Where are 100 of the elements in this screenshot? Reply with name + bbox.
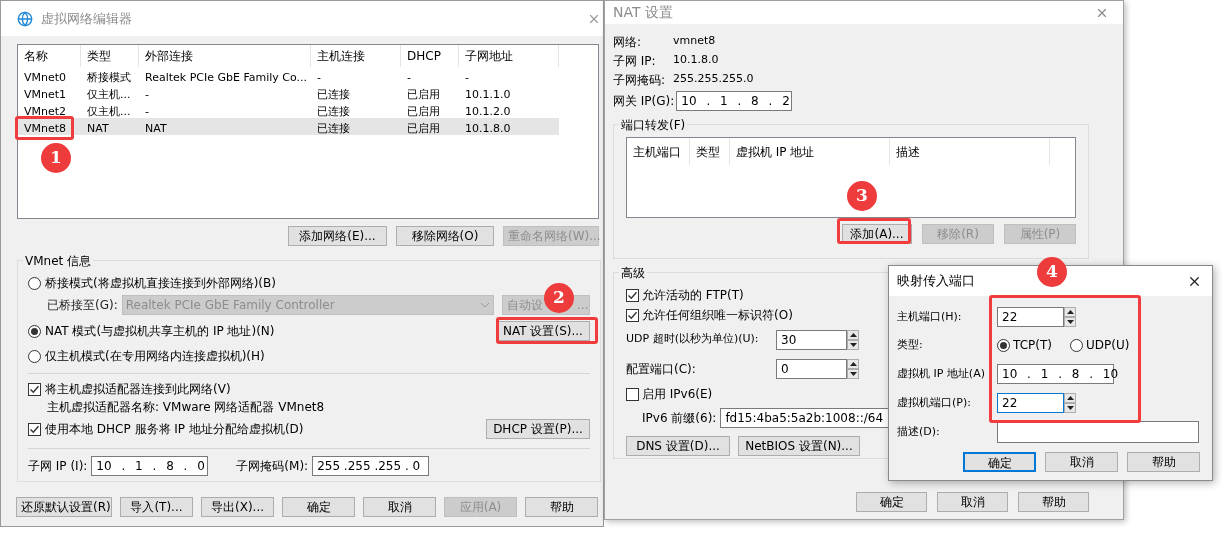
button[interactable]: 帮助 <box>1127 452 1200 472</box>
column-header[interactable]: 主机连接 <box>311 45 401 67</box>
column-header[interactable]: 主机端口 <box>627 138 690 165</box>
table-cell: 已连接 <box>317 121 350 135</box>
list-row[interactable]: VMnet0 桥接模式 Realtek PCIe GbE Family Co... - - - <box>18 67 559 84</box>
checkbox[interactable] <box>626 288 639 302</box>
spin-up-button[interactable] <box>847 329 859 340</box>
description-field[interactable] <box>997 421 1199 443</box>
button[interactable]: 添加网络(E)... <box>288 226 387 246</box>
info-value: vmnet8 <box>673 33 716 50</box>
radio-label: NAT 模式(与虚拟机共享主机的 IP 地址)(N) <box>45 323 275 340</box>
list-row[interactable]: VMnet8 NAT NAT 已连接 已启用 10.1.8.0 <box>18 118 559 135</box>
table-cell: - <box>465 70 469 84</box>
checkbox[interactable] <box>626 308 639 322</box>
table-cell: 仅主机... <box>87 104 131 118</box>
button[interactable]: 还原默认设置(R) <box>16 497 112 517</box>
checkbox-label: 将主机虚拟适配器连接到此网络(V) <box>45 381 231 398</box>
table-cell: 10.1.1.0 <box>465 87 511 101</box>
table-cell: 已启用 <box>407 87 440 101</box>
column-header[interactable]: 类型 <box>81 45 139 67</box>
button[interactable]: 确定 <box>963 452 1036 472</box>
radio-label: 桥接模式(将虚拟机直接连接到外部网络)(B) <box>45 275 276 292</box>
field-label: 虚拟机端口(P): <box>897 394 972 411</box>
column-header[interactable]: 描述 <box>890 138 1050 165</box>
button[interactable]: 确定 <box>856 492 927 512</box>
table-cell: - <box>317 70 321 84</box>
field-label: 类型: <box>897 336 924 353</box>
field-label: 主机端口(H): <box>897 308 963 325</box>
up-arrow-icon <box>849 332 857 337</box>
globe-icon <box>17 10 33 27</box>
button[interactable]: NetBIOS 设置(N)... <box>738 436 860 456</box>
column-header[interactable]: 名称 <box>18 45 81 67</box>
list-row[interactable]: VMnet1 仅主机... - 已连接 已启用 10.1.1.0 <box>18 84 559 101</box>
down-arrow-icon <box>1066 406 1074 410</box>
table-cell: NAT <box>87 121 109 135</box>
button[interactable]: 取消 <box>937 492 1008 512</box>
spin-down-button[interactable] <box>847 339 859 350</box>
button[interactable]: 帮助 <box>525 497 598 517</box>
table-cell: 仅主机... <box>87 87 131 101</box>
checkbox[interactable] <box>28 422 41 436</box>
list-row[interactable]: VMnet2 仅主机... - 已连接 已启用 10.1.2.0 <box>18 101 559 118</box>
checkbox[interactable] <box>28 382 41 396</box>
spin-up-button[interactable] <box>847 358 859 369</box>
button[interactable]: 取消 <box>1045 452 1118 472</box>
button[interactable]: 移除网络(O) <box>396 226 494 246</box>
number-field[interactable]: 30 <box>776 329 847 350</box>
window-title: NAT 设置 <box>613 3 673 22</box>
button[interactable]: 导出(X)... <box>201 497 274 517</box>
dialog-title: 映射传入端口 <box>897 272 975 291</box>
spin-down-button[interactable] <box>847 368 859 379</box>
ip-address-field[interactable]: 10 . 1 . 8 . 0 <box>91 456 209 476</box>
button[interactable]: DHCP 设置(P)... <box>486 419 590 439</box>
button[interactable]: DNS 设置(D)... <box>626 436 730 456</box>
table-cell: - <box>145 87 149 101</box>
button[interactable]: 导入(T)... <box>120 497 193 517</box>
button[interactable]: 确定 <box>282 497 355 517</box>
column-header[interactable]: 外部连接 <box>139 45 311 67</box>
column-header[interactable]: 子网地址 <box>459 45 559 67</box>
info-label: 子网 IP: <box>613 52 657 70</box>
up-arrow-icon <box>1066 310 1074 314</box>
down-arrow-icon <box>849 342 857 347</box>
spin-up-button[interactable] <box>1064 307 1076 317</box>
table-cell: 已连接 <box>317 87 350 101</box>
radio-button[interactable] <box>1070 338 1083 352</box>
column-header[interactable]: DHCP <box>401 45 459 67</box>
checkbox[interactable] <box>626 387 639 401</box>
button[interactable]: 帮助 <box>1018 492 1089 512</box>
table-cell: VMnet0 <box>24 70 67 84</box>
number-field[interactable]: 22 <box>997 393 1064 413</box>
table-cell: Realtek PCIe GbE Family Co... <box>145 70 308 84</box>
radio-button[interactable] <box>28 349 41 363</box>
info-value: 255.255.255.0 <box>673 71 754 88</box>
button[interactable]: NAT 设置(S)... <box>496 321 590 341</box>
spin-down-button[interactable] <box>1064 403 1076 413</box>
field-label: 虚拟机 IP 地址(A) <box>897 365 986 382</box>
radio-label: UDP(U) <box>1086 337 1130 354</box>
checkbox-label: 允许任何组织唯一标识符(O) <box>642 307 793 324</box>
chevron-down-icon <box>480 302 490 308</box>
radio-label: 仅主机模式(在专用网络内连接虚拟机)(H) <box>45 348 265 365</box>
column-header[interactable]: 类型 <box>690 138 730 165</box>
checkbox-label: 使用本地 DHCP 服务将 IP 地址分配给虚拟机(D) <box>45 421 304 438</box>
number-field[interactable]: 0 <box>776 358 847 379</box>
info-label: 子网掩码: <box>613 71 667 89</box>
spin-down-button[interactable] <box>1064 317 1076 327</box>
column-header[interactable]: 虚拟机 IP 地址 <box>730 138 890 165</box>
group-title: 端口转发(F) <box>619 116 688 134</box>
up-arrow-icon <box>1066 396 1074 400</box>
radio-button[interactable] <box>997 338 1010 352</box>
radio-button[interactable] <box>28 276 41 290</box>
number-field[interactable]: 22 <box>997 307 1064 327</box>
button[interactable]: 取消 <box>363 497 436 517</box>
subnet-mask-field[interactable]: 255 .255 .255 . 0 <box>312 456 430 476</box>
field-label: 子网掩码(M): <box>236 458 309 475</box>
table-cell: 已启用 <box>407 121 440 135</box>
down-arrow-icon <box>1066 320 1074 324</box>
field-label: 网关 IP(G): <box>613 93 675 110</box>
field-label: 已桥接至(G): <box>47 297 118 314</box>
gateway-ip-field[interactable]: 10 . 1 . 8 . 2 <box>676 91 793 111</box>
spin-up-button[interactable] <box>1064 393 1076 403</box>
radio-button[interactable] <box>28 324 41 338</box>
